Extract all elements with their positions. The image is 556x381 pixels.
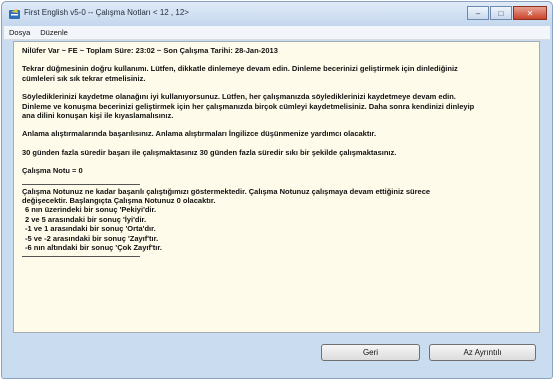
menu-bar: Dosya Düzenle (4, 26, 550, 40)
menu-edit[interactable]: Düzenle (35, 28, 73, 37)
close-button[interactable]: ✕ (513, 6, 547, 20)
minimize-button[interactable]: – (467, 6, 489, 20)
recording-note-line-2: Dinleme ve konuşma becerinizi geliştirme… (22, 101, 475, 111)
grade-explanation-line-2: değişecektir. Başlangıçta Çalışma Notunu… (22, 196, 216, 206)
grade-scale-item: 2 ve 5 arasındaki bir sonuç 'İyi'dir. (25, 214, 147, 224)
listening-note-line-2: cümleleri sık sık tekrar etmelisiniz. (22, 73, 146, 83)
study-notes-panel: Nilüfer Var ~ FE ~ Toplam Süre: 23:02 ~ … (13, 41, 540, 333)
maximize-button[interactable]: □ (490, 6, 512, 20)
grade-scale-item: -1 ve 1 arasındaki bir sonuç 'Orta'dır. (25, 224, 156, 234)
grade-explanation-line-1: Çalışma Notunuz ne kadar başarılı çalışt… (22, 186, 431, 196)
menu-file[interactable]: Dosya (4, 28, 35, 37)
study-days-note: 30 günden fazla süredir başarı ile çalış… (22, 147, 397, 157)
grade-scale-item: 6 nın üzerindeki bir sonuç 'Pekiyi'dir. (25, 205, 157, 215)
divider (22, 183, 140, 185)
listening-note-line-1: Tekrar düğmesinin doğru kullanımı. Lütfe… (22, 64, 458, 74)
recording-note-line-1: Söylediklerinizi kaydetme olanağını iyi … (22, 92, 456, 102)
study-grade: Çalışma Notu = 0 (22, 166, 83, 176)
less-detail-button[interactable]: Az Ayrıntılı (429, 344, 536, 361)
title-bar[interactable]: First English v5-0 -- Çalışma Notları < … (2, 2, 552, 26)
comprehension-note: Anlama alıştırmalarında başarılısınız. A… (22, 129, 377, 139)
window-title: First English v5-0 -- Çalışma Notları < … (24, 8, 189, 17)
back-button[interactable]: Geri (321, 344, 420, 361)
window-controls: – □ ✕ (466, 6, 547, 20)
recording-note-line-3: ana dilini konuşan kişi ile kıyaslamalıs… (22, 111, 174, 121)
app-icon (9, 9, 20, 19)
divider (22, 255, 140, 257)
grade-scale-item: -5 ve -2 arasındaki bir sonuç 'Zayıf'tır… (25, 233, 159, 243)
grade-scale-item: -6 nın altındaki bir sonuç 'Çok Zayıf'tı… (25, 243, 162, 253)
session-summary: Nilüfer Var ~ FE ~ Toplam Süre: 23:02 ~ … (22, 46, 278, 55)
